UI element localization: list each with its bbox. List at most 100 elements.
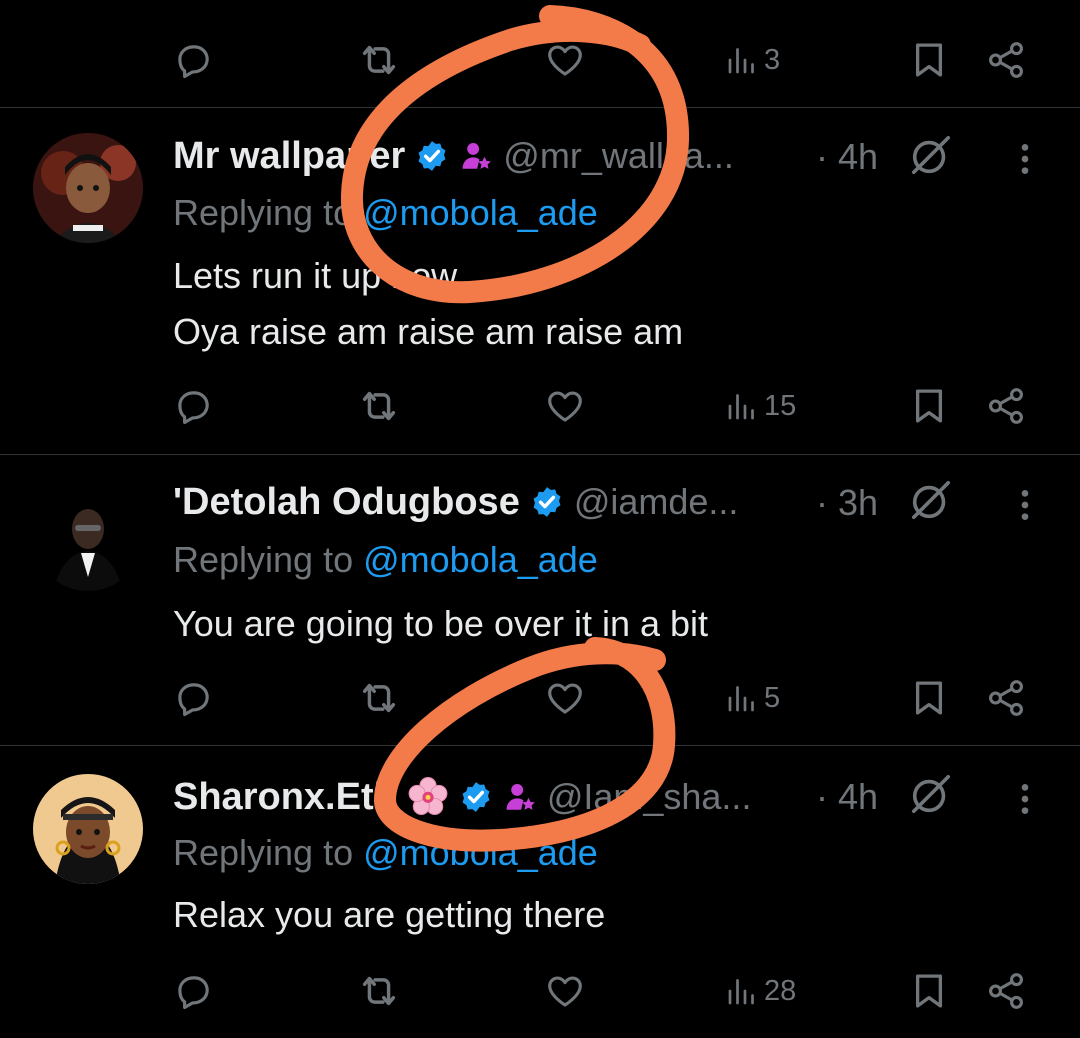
replying-to: Replying to @mobola_ade <box>173 539 598 581</box>
heart-icon <box>544 385 586 427</box>
verified-badge-icon[interactable] <box>415 139 449 173</box>
views-button[interactable]: 15 <box>724 376 796 436</box>
share-icon <box>985 677 1027 719</box>
more-options-icon[interactable] <box>1005 485 1045 525</box>
tweet-text-line: Lets run it up now <box>173 255 458 296</box>
tweet-card[interactable]: Mr wallpaper @mr_wallpa... · 4h Replying… <box>0 108 1080 454</box>
replying-to-label: Replying to <box>173 832 354 873</box>
display-name[interactable]: 'Detolah Odugbose <box>173 481 520 524</box>
share-button[interactable] <box>985 668 1027 728</box>
display-name[interactable]: Mr wallpaper <box>173 135 405 178</box>
share-button[interactable] <box>985 30 1027 90</box>
replying-to-label: Replying to <box>173 192 354 233</box>
like-button[interactable] <box>544 961 586 1021</box>
retweet-icon <box>356 675 402 721</box>
bookmark-button[interactable] <box>908 961 950 1021</box>
blossom-emoji-icon <box>407 776 449 818</box>
more-options-icon[interactable] <box>1005 139 1045 179</box>
share-icon <box>985 385 1027 427</box>
username-handle[interactable]: @mr_wallpa... <box>503 135 734 177</box>
avatar[interactable] <box>33 481 143 591</box>
bookmark-button[interactable] <box>908 376 950 436</box>
avatar[interactable] <box>33 133 143 243</box>
tweet-text: Lets run it up now Oya raise am raise am… <box>173 248 683 360</box>
reply-icon <box>172 970 214 1012</box>
grok-icon[interactable] <box>908 771 954 817</box>
views-count: 28 <box>764 974 797 1007</box>
affiliate-badge-icon[interactable] <box>503 780 537 814</box>
reply-button[interactable] <box>172 961 214 1021</box>
heart-icon <box>544 677 586 719</box>
views-icon <box>724 388 760 424</box>
replying-to: Replying to @mobola_ade <box>173 192 598 234</box>
like-button[interactable] <box>544 376 586 436</box>
username-handle[interactable]: @iamde... <box>574 481 739 523</box>
share-button[interactable] <box>985 376 1027 436</box>
retweet-icon <box>356 383 402 429</box>
bookmark-button[interactable] <box>908 30 950 90</box>
display-name[interactable]: Sharonx.Eth <box>173 776 397 819</box>
tweet-action-bar: 15 <box>0 376 1080 436</box>
views-button[interactable]: 28 <box>724 961 796 1021</box>
username-handle[interactable]: @Iam_sha... <box>547 776 752 818</box>
grok-icon[interactable] <box>908 132 954 178</box>
avatar[interactable] <box>33 774 143 884</box>
like-button[interactable] <box>544 668 586 728</box>
verified-badge-icon[interactable] <box>459 780 493 814</box>
reply-icon <box>172 677 214 719</box>
tweet-timestamp[interactable]: · 3h <box>816 482 878 524</box>
retweet-icon <box>356 968 402 1014</box>
views-button[interactable]: 5 <box>724 668 780 728</box>
tweet-text-line: Oya raise am raise am raise am <box>173 311 684 352</box>
reply-icon <box>172 39 214 81</box>
share-icon <box>985 970 1027 1012</box>
views-icon <box>724 973 760 1009</box>
bookmark-icon <box>908 970 950 1012</box>
heart-icon <box>544 39 586 81</box>
tweet-header: 'Detolah Odugbose @iamde... <box>173 473 813 531</box>
heart-icon <box>544 970 586 1012</box>
views-count: 15 <box>764 389 797 422</box>
views-icon <box>724 680 760 716</box>
more-options-icon[interactable] <box>1005 779 1045 819</box>
retweet-button[interactable] <box>356 30 402 90</box>
retweet-button[interactable] <box>356 961 402 1021</box>
replying-to-label: Replying to <box>173 539 354 580</box>
tweet-card[interactable]: Sharonx.Eth @Iam_sha... · 4h Replying to… <box>0 746 1080 1038</box>
share-button[interactable] <box>985 961 1027 1021</box>
views-count: 3 <box>764 43 781 76</box>
mention-link[interactable]: @mobola_ade <box>363 539 598 580</box>
verified-badge-icon[interactable] <box>530 485 564 519</box>
share-icon <box>985 39 1027 81</box>
bookmark-icon <box>908 385 950 427</box>
bookmark-icon <box>908 39 950 81</box>
views-icon <box>724 42 760 78</box>
tweet-text: You are going to be over it in a bit <box>173 596 708 652</box>
reply-icon <box>172 385 214 427</box>
views-count: 5 <box>764 681 781 714</box>
retweet-button[interactable] <box>356 668 402 728</box>
tweet-text: Relax you are getting there <box>173 887 605 943</box>
reply-button[interactable] <box>172 30 214 90</box>
tweet-action-bar: 5 <box>0 668 1080 728</box>
tweet-text-line: You are going to be over it in a bit <box>173 603 709 644</box>
retweet-icon <box>356 37 402 83</box>
reply-button[interactable] <box>172 376 214 436</box>
reply-button[interactable] <box>172 668 214 728</box>
tweet-timestamp[interactable]: · 4h <box>816 776 878 818</box>
affiliate-badge-icon[interactable] <box>459 139 493 173</box>
bookmark-button[interactable] <box>908 668 950 728</box>
tweet-card[interactable]: 'Detolah Odugbose @iamde... · 3h Replyin… <box>0 455 1080 745</box>
retweet-button[interactable] <box>356 376 402 436</box>
tweet-action-bar-top: 3 <box>0 30 1080 90</box>
replying-to: Replying to @mobola_ade <box>173 832 598 874</box>
tweet-timestamp[interactable]: · 4h <box>816 136 878 178</box>
bookmark-icon <box>908 677 950 719</box>
views-button[interactable]: 3 <box>724 30 780 90</box>
tweet-text-line: Relax you are getting there <box>173 894 606 935</box>
mention-link[interactable]: @mobola_ade <box>363 832 598 873</box>
grok-icon[interactable] <box>908 477 954 523</box>
mention-link[interactable]: @mobola_ade <box>363 192 598 233</box>
tweet-header: Sharonx.Eth @Iam_sha... <box>173 768 813 826</box>
like-button[interactable] <box>544 30 586 90</box>
